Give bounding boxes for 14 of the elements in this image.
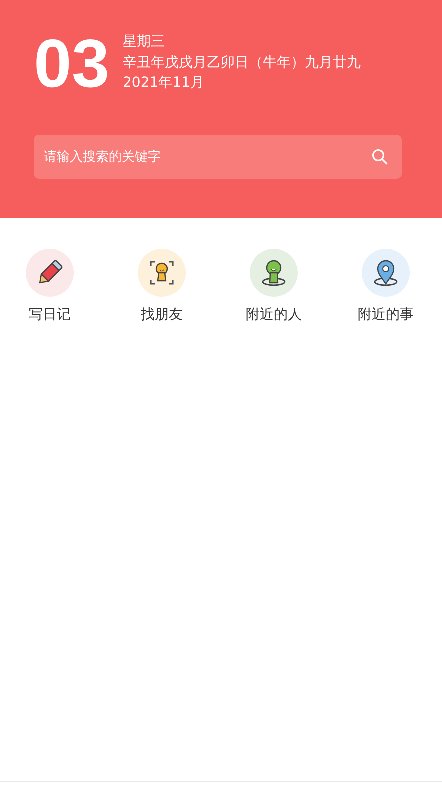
lunar-date-text: 辛丑年戊戌月乙卯日（牛年）九月廿九 (123, 54, 361, 72)
shortcut-label[interactable]: 附近的事 (358, 305, 414, 325)
shortcut-circle[interactable] (26, 249, 74, 297)
shortcut-circle[interactable] (138, 249, 186, 297)
month-text: 2021年11月 (123, 74, 206, 93)
day-number: 03 (34, 28, 111, 100)
shortcut-label[interactable]: 写日记 (29, 305, 71, 325)
shortcut-label[interactable]: 附近的人 (246, 305, 302, 325)
weekday-text: 星期三 (123, 33, 166, 52)
shortcut-circle[interactable] (362, 249, 410, 297)
search-icon[interactable] (372, 149, 388, 165)
shortcut-circle[interactable] (250, 249, 298, 297)
search-field[interactable]: 请输入搜索的关键字 (34, 135, 402, 179)
shortcut-label[interactable]: 找朋友 (141, 305, 183, 325)
